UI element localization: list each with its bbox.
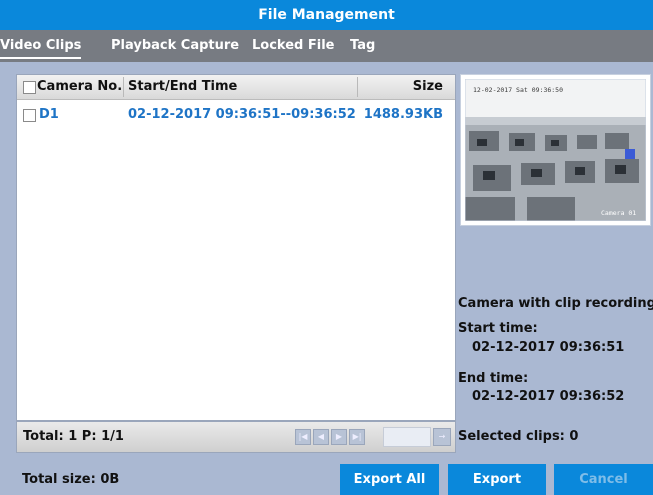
clip-list-header: Camera No. Start/End Time Size	[17, 75, 455, 100]
last-page-icon[interactable]: ▶|	[349, 429, 365, 445]
tab-bar: Video Clips Playback Capture Locked File…	[0, 30, 653, 62]
row-checkbox[interactable]	[23, 109, 36, 122]
file-management-window: File Management Video Clips Playback Cap…	[0, 0, 653, 495]
total-size-label: Total size: 0B	[22, 472, 120, 487]
office-camera-image: 12-02-2017 Sat 09:36:50 Camera 01	[465, 79, 646, 221]
svg-text:12-02-2017 Sat 09:36:50: 12-02-2017 Sat 09:36:50	[473, 86, 563, 94]
svg-text:Camera 01: Camera 01	[601, 209, 636, 217]
tab-tag[interactable]: Tag	[350, 30, 375, 62]
row-camera: D1	[39, 107, 59, 122]
tab-video-clips[interactable]: Video Clips	[0, 30, 82, 62]
total-pages-label: Total: 1 P: 1/1	[23, 429, 124, 444]
column-start-end-time[interactable]: Start/End Time	[128, 75, 237, 99]
go-icon[interactable]: →	[433, 428, 451, 446]
tab-locked-file[interactable]: Locked File	[252, 30, 334, 62]
start-time-label: Start time:	[458, 321, 538, 336]
row-size: 1488.93KB	[363, 107, 443, 122]
first-page-icon[interactable]: |◀	[295, 429, 311, 445]
prev-page-icon[interactable]: ◀	[313, 429, 329, 445]
pagination-bar: Total: 1 P: 1/1 |◀ ◀ ▶ ▶| →	[16, 421, 456, 453]
selected-clips-label: Selected clips: 0	[458, 429, 579, 444]
export-button[interactable]: Export	[448, 464, 546, 495]
clip-preview: 12-02-2017 Sat 09:36:50 Camera 01	[460, 74, 651, 226]
column-size[interactable]: Size	[413, 75, 443, 99]
window-title: File Management	[0, 0, 653, 30]
start-time-value: 02-12-2017 09:36:51	[472, 340, 625, 355]
column-divider	[357, 77, 358, 97]
next-page-icon[interactable]: ▶	[331, 429, 347, 445]
tab-playback-capture[interactable]: Playback Capture	[111, 30, 239, 62]
row-time: 02-12-2017 09:36:51--09:36:52	[128, 107, 356, 122]
column-divider	[123, 77, 124, 97]
export-all-button[interactable]: Export All	[340, 464, 439, 495]
cancel-button[interactable]: Cancel	[554, 464, 653, 495]
end-time-value: 02-12-2017 09:36:52	[472, 389, 625, 404]
camera-with-clip-label: Camera with clip recording: 1	[458, 296, 653, 311]
column-camera-no[interactable]: Camera No.	[37, 75, 122, 99]
page-number-input[interactable]	[383, 427, 431, 447]
table-row[interactable]: D1 02-12-2017 09:36:51--09:36:52 1488.93…	[17, 103, 455, 127]
select-all-checkbox[interactable]	[23, 81, 36, 94]
clip-list: Camera No. Start/End Time Size D1 02-12-…	[16, 74, 456, 421]
end-time-label: End time:	[458, 371, 529, 386]
